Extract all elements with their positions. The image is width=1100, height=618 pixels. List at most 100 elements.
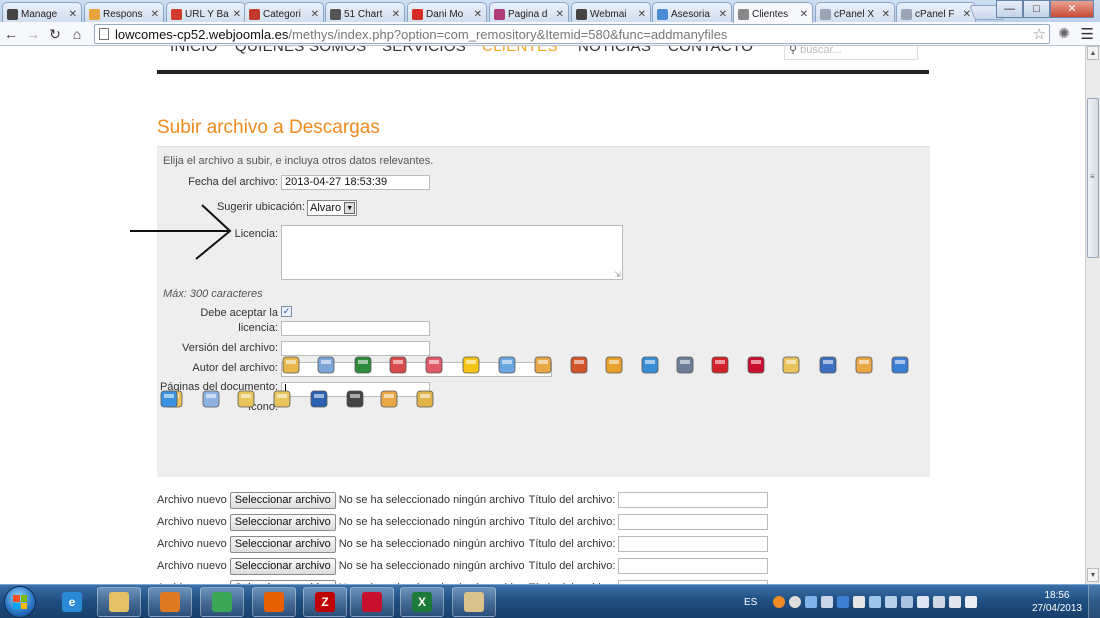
- tab-close-icon[interactable]: ✕: [800, 9, 808, 20]
- browser-tab[interactable]: 51 Chart ✕: [325, 2, 405, 22]
- extension-icon[interactable]: ✺: [1058, 25, 1070, 42]
- browser-tab[interactable]: Asesoria ✕: [652, 2, 732, 22]
- excel-icon[interactable]: X: [400, 587, 444, 617]
- address-bar[interactable]: lowcomes-cp52.webjoomla.es/methys/index.…: [94, 24, 1050, 44]
- select-file-button[interactable]: Seleccionar archivo: [229, 557, 336, 575]
- book-icon[interactable]: [816, 353, 840, 377]
- tab-close-icon[interactable]: ✕: [392, 9, 400, 20]
- tab-close-icon[interactable]: ✕: [719, 9, 727, 20]
- firefox-icon[interactable]: [252, 587, 296, 617]
- headset-icon[interactable]: [343, 387, 367, 411]
- file-explorer-icon[interactable]: [97, 587, 141, 617]
- media-player-icon[interactable]: [148, 587, 192, 617]
- battery-tray-icon[interactable]: [933, 596, 946, 608]
- minimize-button[interactable]: —: [996, 0, 1023, 18]
- paint-icon[interactable]: [452, 587, 496, 617]
- filezilla-icon[interactable]: Z: [303, 587, 347, 617]
- nav-noticias[interactable]: NOTICIAS: [578, 46, 651, 55]
- tab-close-icon[interactable]: ✕: [474, 9, 482, 20]
- bookmark-star-icon[interactable]: ☆: [1033, 25, 1046, 43]
- folder-icon[interactable]: [234, 387, 258, 411]
- menu-icon[interactable]: ☰: [1081, 25, 1094, 43]
- internet-explorer-icon[interactable]: e: [50, 587, 94, 617]
- browser-tab[interactable]: Pagina d ✕: [489, 2, 569, 22]
- browser-tab[interactable]: cPanel X ✕: [815, 2, 895, 22]
- scroll-down-icon[interactable]: ▼: [1087, 568, 1099, 582]
- drafting-icon[interactable]: [386, 353, 410, 377]
- language-indicator[interactable]: ES: [744, 597, 757, 608]
- chat-icon[interactable]: [888, 353, 912, 377]
- tab-close-icon[interactable]: ✕: [233, 9, 241, 20]
- speaker-tray-icon[interactable]: [853, 596, 866, 608]
- package-icon[interactable]: [531, 353, 555, 377]
- home-button[interactable]: ⌂: [66, 23, 88, 45]
- nav-quienes-somos[interactable]: QUIENES SOMOS: [235, 46, 366, 55]
- tab-close-icon[interactable]: ✕: [311, 9, 319, 20]
- excel-icon[interactable]: [351, 353, 375, 377]
- browser-tab[interactable]: URL Y Ba ✕: [166, 2, 246, 22]
- forward-button[interactable]: →: [22, 23, 44, 45]
- licencia-textarea[interactable]: ⇲: [281, 225, 623, 280]
- back-button[interactable]: ←: [0, 23, 22, 45]
- flag-tray-icon[interactable]: [917, 596, 930, 608]
- volume-icon[interactable]: [965, 596, 978, 608]
- browser-tab[interactable]: Categori ✕: [244, 2, 324, 22]
- folder-icon[interactable]: [270, 387, 294, 411]
- start-button[interactable]: [4, 586, 36, 618]
- scroll-up-icon[interactable]: ▲: [1087, 46, 1099, 60]
- package-icon[interactable]: [377, 387, 401, 411]
- powerpoint-icon[interactable]: [567, 353, 591, 377]
- file-title-input[interactable]: [618, 514, 769, 530]
- tools-icon[interactable]: [673, 353, 697, 377]
- sync-tray-icon[interactable]: [885, 596, 898, 608]
- folder-icon[interactable]: [779, 353, 803, 377]
- tab-close-icon[interactable]: ✕: [638, 9, 646, 20]
- file-title-input[interactable]: [618, 558, 769, 574]
- gear-icon[interactable]: [602, 353, 626, 377]
- maximize-button[interactable]: □: [1023, 0, 1050, 18]
- signal-tray-icon[interactable]: [949, 596, 962, 608]
- show-desktop-button[interactable]: [1088, 585, 1100, 618]
- aceptar-checkbox[interactable]: ✓: [281, 306, 292, 317]
- select-file-button[interactable]: Seleccionar archivo: [229, 513, 336, 531]
- tab-close-icon[interactable]: ✕: [963, 9, 971, 20]
- nav-contacto[interactable]: CONTACTO: [668, 46, 753, 55]
- acrobat-icon[interactable]: [350, 587, 394, 617]
- display-tray-icon[interactable]: [869, 596, 882, 608]
- site-search-input[interactable]: ⚲ buscar...: [784, 46, 918, 60]
- fecha-input[interactable]: 2013-04-27 18:53:39: [281, 175, 430, 190]
- usb-tray-icon[interactable]: [901, 596, 914, 608]
- browser-tab[interactable]: Respons ✕: [84, 2, 164, 22]
- browser-tab[interactable]: cPanel F ✕: [896, 2, 976, 22]
- security-tray-icon[interactable]: [837, 596, 850, 608]
- file-title-input[interactable]: [618, 536, 769, 552]
- page-scrollbar[interactable]: ▲ ≡ ▼: [1085, 46, 1100, 584]
- pencil-ruler-icon[interactable]: [279, 353, 303, 377]
- resize-handle-icon[interactable]: ⇲: [614, 270, 621, 279]
- pdf-icon[interactable]: [708, 353, 732, 377]
- ubicacion-select[interactable]: Alvaro ▼: [307, 200, 357, 216]
- tab-close-icon[interactable]: ✕: [151, 9, 159, 20]
- chrome-icon[interactable]: [200, 587, 244, 617]
- nav-servicios[interactable]: SERVICIOS: [382, 46, 466, 55]
- browser-tab[interactable]: Dani Mo ✕: [407, 2, 487, 22]
- tab-close-icon[interactable]: ✕: [556, 9, 564, 20]
- nav-clientes[interactable]: CLIENTES: [482, 46, 558, 55]
- tab-close-icon[interactable]: ✕: [69, 9, 77, 20]
- aceptar-input[interactable]: [281, 321, 430, 336]
- file-title-input[interactable]: [618, 492, 769, 508]
- app-tray-icon[interactable]: [789, 596, 802, 608]
- select-file-button[interactable]: Seleccionar archivo: [229, 535, 336, 553]
- browser-tab[interactable]: Webmai ✕: [571, 2, 651, 22]
- browser-tab[interactable]: Clientes ✕: [733, 2, 813, 23]
- package-icon[interactable]: [852, 353, 876, 377]
- select-file-button[interactable]: Seleccionar archivo: [229, 491, 336, 509]
- nav-inicio[interactable]: INICIO: [170, 46, 218, 55]
- star-icon[interactable]: [459, 353, 483, 377]
- image-icon[interactable]: [495, 353, 519, 377]
- apple-icon[interactable]: [157, 387, 181, 411]
- graph-paper-icon[interactable]: [422, 353, 446, 377]
- tab-close-icon[interactable]: ✕: [882, 9, 890, 20]
- alert-icon[interactable]: [773, 596, 786, 608]
- browser-tab[interactable]: Manage ✕: [2, 2, 82, 22]
